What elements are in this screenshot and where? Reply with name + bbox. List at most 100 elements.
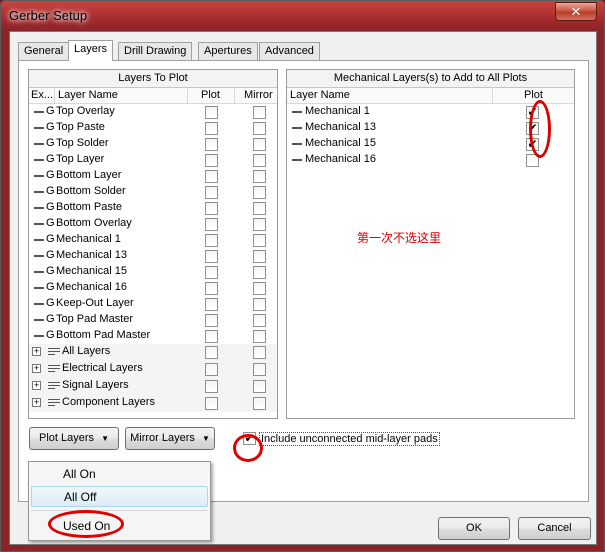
mech-plot-checkbox[interactable] xyxy=(526,154,539,167)
menu-item-all-on[interactable]: All On xyxy=(31,464,208,485)
layer-plot-checkbox[interactable] xyxy=(205,170,218,183)
layer-mirror-checkbox[interactable] xyxy=(253,138,266,151)
layer-mirror-checkbox[interactable] xyxy=(253,170,266,183)
plot-layers-button[interactable]: Plot Layers ▼ xyxy=(29,427,119,450)
group-plot-checkbox[interactable] xyxy=(205,397,218,410)
layer-name: Bottom Paste xyxy=(56,201,123,213)
table-row[interactable]: Mechanical 16 xyxy=(287,152,574,168)
layer-mirror-checkbox[interactable] xyxy=(253,250,266,263)
group-plot-checkbox[interactable] xyxy=(205,346,218,359)
tab-drill-drawing[interactable]: Drill Drawing xyxy=(118,42,193,60)
expand-plus-icon[interactable]: + xyxy=(32,381,41,390)
layer-plot-checkbox[interactable] xyxy=(205,314,218,327)
expand-plus-icon[interactable]: + xyxy=(32,398,41,407)
group-mirror-checkbox[interactable] xyxy=(253,380,266,393)
tab-advanced[interactable]: Advanced xyxy=(259,42,320,60)
layer-plot-checkbox[interactable] xyxy=(205,234,218,247)
include-unconnected-label[interactable]: Include unconnected mid-layer pads xyxy=(259,432,440,446)
layer-mirror-checkbox[interactable] xyxy=(253,202,266,215)
table-row[interactable]: G Keep-Out Layer xyxy=(29,296,277,312)
col-mirror[interactable]: Mirror xyxy=(244,89,273,101)
layer-plot-checkbox[interactable] xyxy=(205,202,218,215)
layer-plot-checkbox[interactable] xyxy=(205,282,218,295)
table-row[interactable]: G Mechanical 15 xyxy=(29,264,277,280)
mech-col-layer-name[interactable]: Layer Name xyxy=(290,89,350,101)
ok-button[interactable]: OK xyxy=(438,517,510,540)
layer-group-row[interactable]: + All Layers xyxy=(29,344,277,361)
layer-plot-checkbox[interactable] xyxy=(205,106,218,119)
layer-dash-icon xyxy=(292,111,302,113)
mech-plot-checkbox[interactable]: ✔ xyxy=(526,138,539,151)
menu-item-used-on[interactable]: Used On xyxy=(31,516,208,537)
layer-group-row[interactable]: + Electrical Layers xyxy=(29,361,277,378)
layer-plot-checkbox[interactable] xyxy=(205,218,218,231)
table-row[interactable]: G Top Layer xyxy=(29,152,277,168)
group-mirror-checkbox[interactable] xyxy=(253,363,266,376)
layer-plot-checkbox[interactable] xyxy=(205,186,218,199)
layer-mirror-checkbox[interactable] xyxy=(253,298,266,311)
table-row[interactable]: Mechanical 1 ✔ xyxy=(287,104,574,120)
layer-plot-checkbox[interactable] xyxy=(205,122,218,135)
mech-plot-checkbox[interactable]: ✔ xyxy=(526,106,539,119)
table-row[interactable]: G Bottom Pad Master xyxy=(29,328,277,344)
col-layer-name[interactable]: Layer Name xyxy=(58,89,118,101)
layer-mirror-checkbox[interactable] xyxy=(253,234,266,247)
group-plot-checkbox[interactable] xyxy=(205,363,218,376)
table-row[interactable]: G Bottom Solder xyxy=(29,184,277,200)
table-row[interactable]: Mechanical 15 ✔ xyxy=(287,136,574,152)
layer-plot-checkbox[interactable] xyxy=(205,298,218,311)
mech-plot-checkbox[interactable]: ✔ xyxy=(526,122,539,135)
table-row[interactable]: G Bottom Layer xyxy=(29,168,277,184)
table-row[interactable]: G Mechanical 16 xyxy=(29,280,277,296)
layer-mirror-checkbox[interactable] xyxy=(253,154,266,167)
tab-apertures[interactable]: Apertures xyxy=(198,42,258,60)
group-plot-checkbox[interactable] xyxy=(205,380,218,393)
title-bar[interactable]: Gerber Setup ✕ xyxy=(1,1,604,31)
dialog-client: General Layers Drill Drawing Apertures A… xyxy=(9,31,597,545)
table-row[interactable]: G Top Overlay xyxy=(29,104,277,120)
mirror-layers-button[interactable]: Mirror Layers ▼ xyxy=(125,427,215,450)
layer-mirror-checkbox[interactable] xyxy=(253,330,266,343)
layer-stack-icon xyxy=(48,348,60,356)
table-row[interactable]: G Mechanical 1 xyxy=(29,232,277,248)
layer-mirror-checkbox[interactable] xyxy=(253,186,266,199)
layer-group-row[interactable]: + Signal Layers xyxy=(29,378,277,395)
layer-group-list: + All Layers + Electrical Layers + Signal Lay… xyxy=(29,344,277,412)
layer-plot-checkbox[interactable] xyxy=(205,138,218,151)
layer-mirror-checkbox[interactable] xyxy=(253,218,266,231)
layer-mirror-checkbox[interactable] xyxy=(253,122,266,135)
cancel-button[interactable]: Cancel xyxy=(518,517,591,540)
close-button[interactable]: ✕ xyxy=(555,2,597,21)
col-plot[interactable]: Plot xyxy=(201,89,220,101)
layer-mirror-checkbox[interactable] xyxy=(253,314,266,327)
expand-plus-icon[interactable]: + xyxy=(32,347,41,356)
layer-name: Mechanical 1 xyxy=(56,233,121,245)
table-row[interactable]: G Top Solder xyxy=(29,136,277,152)
mech-col-plot[interactable]: Plot xyxy=(524,89,543,101)
layer-prefix: G xyxy=(46,185,55,197)
tab-layers[interactable]: Layers xyxy=(68,40,114,61)
table-row[interactable]: G Mechanical 13 xyxy=(29,248,277,264)
table-row[interactable]: Mechanical 13 ✔ xyxy=(287,120,574,136)
include-unconnected-checkbox[interactable]: ✔ xyxy=(243,432,256,445)
layer-plot-checkbox[interactable] xyxy=(205,266,218,279)
layer-dash-icon xyxy=(34,159,44,161)
layer-name: Top Layer xyxy=(56,153,105,165)
expand-plus-icon[interactable]: + xyxy=(32,364,41,373)
table-row[interactable]: G Top Paste xyxy=(29,120,277,136)
table-row[interactable]: G Bottom Paste xyxy=(29,200,277,216)
layer-mirror-checkbox[interactable] xyxy=(253,282,266,295)
col-expand[interactable]: Ex... xyxy=(31,89,53,101)
tab-general[interactable]: General xyxy=(18,42,70,60)
menu-item-all-off[interactable]: All Off xyxy=(31,486,208,507)
layer-mirror-checkbox[interactable] xyxy=(253,106,266,119)
layer-mirror-checkbox[interactable] xyxy=(253,266,266,279)
layer-group-row[interactable]: + Component Layers xyxy=(29,395,277,412)
layer-plot-checkbox[interactable] xyxy=(205,330,218,343)
group-mirror-checkbox[interactable] xyxy=(253,397,266,410)
table-row[interactable]: G Top Pad Master xyxy=(29,312,277,328)
layer-plot-checkbox[interactable] xyxy=(205,154,218,167)
group-mirror-checkbox[interactable] xyxy=(253,346,266,359)
layer-plot-checkbox[interactable] xyxy=(205,250,218,263)
table-row[interactable]: G Bottom Overlay xyxy=(29,216,277,232)
